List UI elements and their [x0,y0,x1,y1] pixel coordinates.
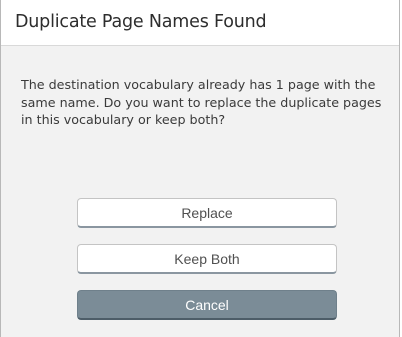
dialog-title: Duplicate Page Names Found [15,12,267,32]
dialog-message: The destination vocabulary already has 1… [21,77,382,127]
duplicate-names-dialog: Duplicate Page Names Found The destinati… [0,0,400,337]
cancel-button[interactable]: Cancel [77,290,337,320]
replace-button[interactable]: Replace [77,198,337,228]
keep-both-button[interactable]: Keep Both [77,244,337,274]
dialog-header: Duplicate Page Names Found [1,0,399,46]
